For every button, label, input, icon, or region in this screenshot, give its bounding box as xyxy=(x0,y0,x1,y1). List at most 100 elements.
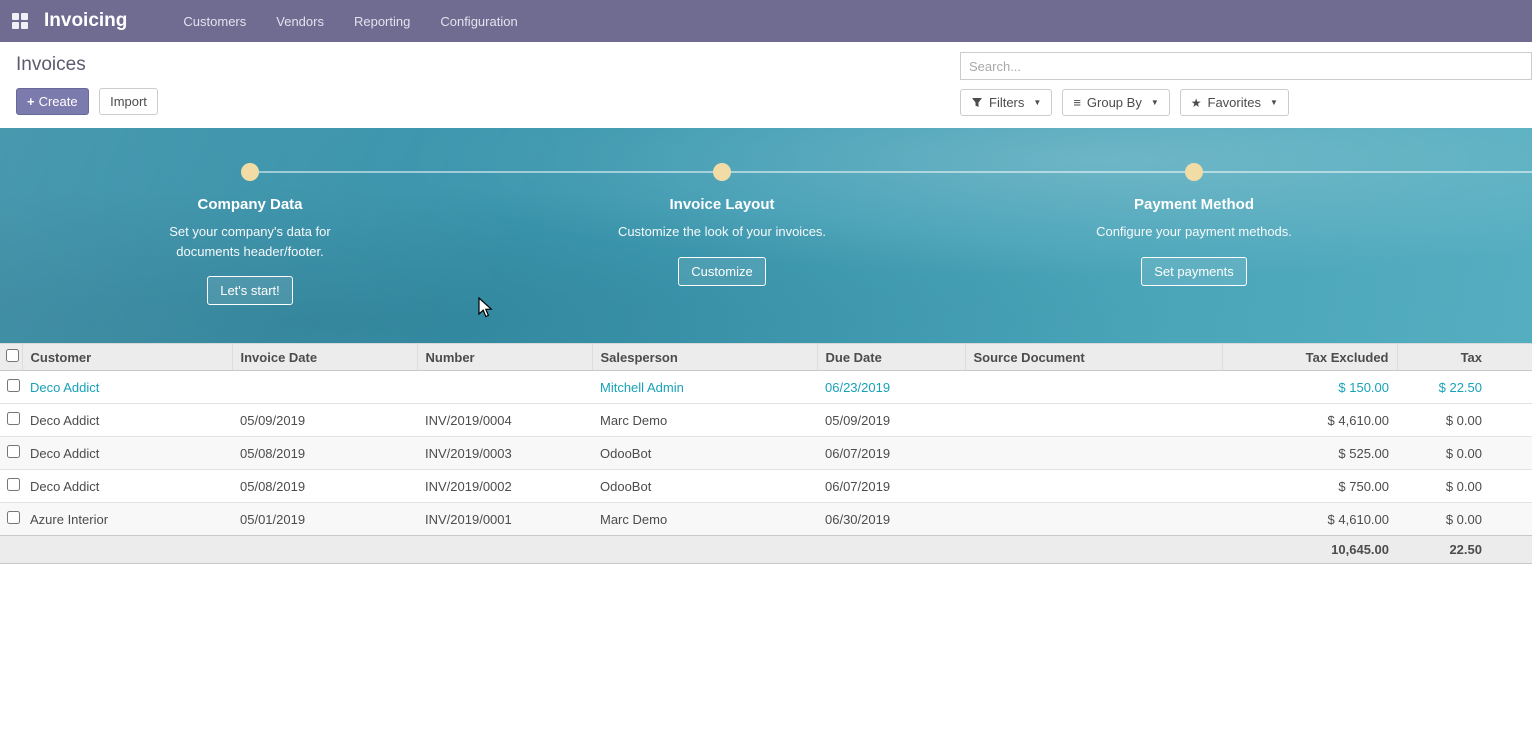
step-title: Payment Method xyxy=(1134,196,1254,213)
import-button[interactable]: Import xyxy=(99,88,158,115)
totals-empty xyxy=(232,536,417,564)
cell-source-document xyxy=(965,470,1222,503)
cell-salesperson: OdooBot xyxy=(592,437,817,470)
step-description: Set your company's data for documents he… xyxy=(145,222,355,261)
cell-customer: Deco Addict xyxy=(22,371,232,404)
favorites-button[interactable]: ★ Favorites▼ xyxy=(1180,89,1289,116)
group-by-icon: ≡ xyxy=(1073,96,1081,109)
cell-customer: Deco Addict xyxy=(22,470,232,503)
cell-customer: Deco Addict xyxy=(22,437,232,470)
cell-number: INV/2019/0001 xyxy=(417,503,592,536)
invoice-row[interactable]: Azure Interior 05/01/2019 INV/2019/0001 … xyxy=(0,503,1532,536)
row-checkbox[interactable] xyxy=(7,445,20,458)
cell-number xyxy=(417,371,592,404)
menu-configuration[interactable]: Configuration xyxy=(440,14,517,29)
step-description: Configure your payment methods. xyxy=(1096,222,1292,242)
menu-reporting[interactable]: Reporting xyxy=(354,14,410,29)
cell-tax-excluded: $ 150.00 xyxy=(1222,371,1397,404)
create-button[interactable]: +Create xyxy=(16,88,89,115)
total-tax: 22.50 xyxy=(1397,536,1532,564)
list-header-row: Customer Invoice Date Number Salesperson… xyxy=(0,344,1532,371)
row-checkbox[interactable] xyxy=(7,412,20,425)
invoice-row[interactable]: Deco Addict 05/09/2019 INV/2019/0004 Mar… xyxy=(0,404,1532,437)
onboarding-banner: Company Data Set your company's data for… xyxy=(0,128,1532,343)
search-input[interactable] xyxy=(960,52,1532,80)
column-tax[interactable]: Tax xyxy=(1397,344,1532,371)
onboarding-step-company-data: Company Data Set your company's data for… xyxy=(90,163,410,305)
filters-button[interactable]: Filters▼ xyxy=(960,89,1052,116)
row-checkbox[interactable] xyxy=(7,379,20,392)
cell-number: INV/2019/0003 xyxy=(417,437,592,470)
column-due-date[interactable]: Due Date xyxy=(817,344,965,371)
control-panel: Invoices +Create Import Filters▼ ≡ Group… xyxy=(0,42,1532,128)
cell-tax-excluded: $ 4,610.00 xyxy=(1222,503,1397,536)
cell-invoice-date: 05/09/2019 xyxy=(232,404,417,437)
totals-empty xyxy=(0,536,22,564)
cell-source-document xyxy=(965,404,1222,437)
chevron-down-icon: ▼ xyxy=(1270,98,1278,107)
cell-due-date: 06/30/2019 xyxy=(817,503,965,536)
cell-source-document xyxy=(965,371,1222,404)
cell-customer: Deco Addict xyxy=(22,404,232,437)
invoice-row[interactable]: Deco Addict Mitchell Admin 06/23/2019 $ … xyxy=(0,371,1532,404)
row-select-cell xyxy=(0,470,22,503)
cell-invoice-date xyxy=(232,371,417,404)
cell-number: INV/2019/0002 xyxy=(417,470,592,503)
row-select-cell xyxy=(0,503,22,536)
funnel-icon xyxy=(971,97,983,109)
cell-salesperson: Mitchell Admin xyxy=(592,371,817,404)
column-salesperson[interactable]: Salesperson xyxy=(592,344,817,371)
column-tax-excluded[interactable]: Tax Excluded xyxy=(1222,344,1397,371)
totals-empty xyxy=(965,536,1222,564)
search-options: Filters▼ ≡ Group By▼ ★ Favorites▼ xyxy=(960,89,1532,116)
step-dot xyxy=(713,163,731,181)
cell-due-date: 06/07/2019 xyxy=(817,437,965,470)
menu-vendors[interactable]: Vendors xyxy=(276,14,324,29)
cell-tax: $ 22.50 xyxy=(1397,371,1532,404)
select-all-cell xyxy=(0,344,22,371)
cell-invoice-date: 05/01/2019 xyxy=(232,503,417,536)
cell-tax: $ 0.00 xyxy=(1397,404,1532,437)
cell-tax-excluded: $ 525.00 xyxy=(1222,437,1397,470)
invoice-row[interactable]: Deco Addict 05/08/2019 INV/2019/0002 Odo… xyxy=(0,470,1532,503)
row-checkbox[interactable] xyxy=(7,511,20,524)
cell-salesperson: Marc Demo xyxy=(592,404,817,437)
step-dot xyxy=(1185,163,1203,181)
cell-salesperson: Marc Demo xyxy=(592,503,817,536)
set-payments-button[interactable]: Set payments xyxy=(1141,257,1247,286)
top-navbar: Invoicing Customers Vendors Reporting Co… xyxy=(0,0,1532,42)
row-select-cell xyxy=(0,404,22,437)
lets-start-button[interactable]: Let's start! xyxy=(207,276,293,305)
totals-empty xyxy=(417,536,592,564)
row-checkbox[interactable] xyxy=(7,478,20,491)
apps-menu-icon[interactable] xyxy=(12,13,28,29)
select-all-checkbox[interactable] xyxy=(6,349,19,362)
totals-empty xyxy=(817,536,965,564)
cell-number: INV/2019/0004 xyxy=(417,404,592,437)
column-customer[interactable]: Customer xyxy=(22,344,232,371)
cell-source-document xyxy=(965,503,1222,536)
invoice-row[interactable]: Deco Addict 05/08/2019 INV/2019/0003 Odo… xyxy=(0,437,1532,470)
step-title: Invoice Layout xyxy=(669,196,774,213)
star-icon: ★ xyxy=(1191,97,1202,109)
menu-customers[interactable]: Customers xyxy=(183,14,246,29)
totals-empty xyxy=(592,536,817,564)
column-number[interactable]: Number xyxy=(417,344,592,371)
step-description: Customize the look of your invoices. xyxy=(618,222,826,242)
group-by-button[interactable]: ≡ Group By▼ xyxy=(1062,89,1169,116)
cell-tax-excluded: $ 4,610.00 xyxy=(1222,404,1397,437)
onboarding-step-payment-method: Payment Method Configure your payment me… xyxy=(1034,163,1354,286)
chevron-down-icon: ▼ xyxy=(1151,98,1159,107)
row-select-cell xyxy=(0,371,22,404)
column-source-document[interactable]: Source Document xyxy=(965,344,1222,371)
cell-tax: $ 0.00 xyxy=(1397,470,1532,503)
column-invoice-date[interactable]: Invoice Date xyxy=(232,344,417,371)
cell-invoice-date: 05/08/2019 xyxy=(232,437,417,470)
cell-due-date: 06/23/2019 xyxy=(817,371,965,404)
cell-invoice-date: 05/08/2019 xyxy=(232,470,417,503)
cell-tax: $ 0.00 xyxy=(1397,503,1532,536)
app-name[interactable]: Invoicing xyxy=(44,10,127,32)
cell-customer: Azure Interior xyxy=(22,503,232,536)
customize-button[interactable]: Customize xyxy=(678,257,765,286)
cell-due-date: 05/09/2019 xyxy=(817,404,965,437)
